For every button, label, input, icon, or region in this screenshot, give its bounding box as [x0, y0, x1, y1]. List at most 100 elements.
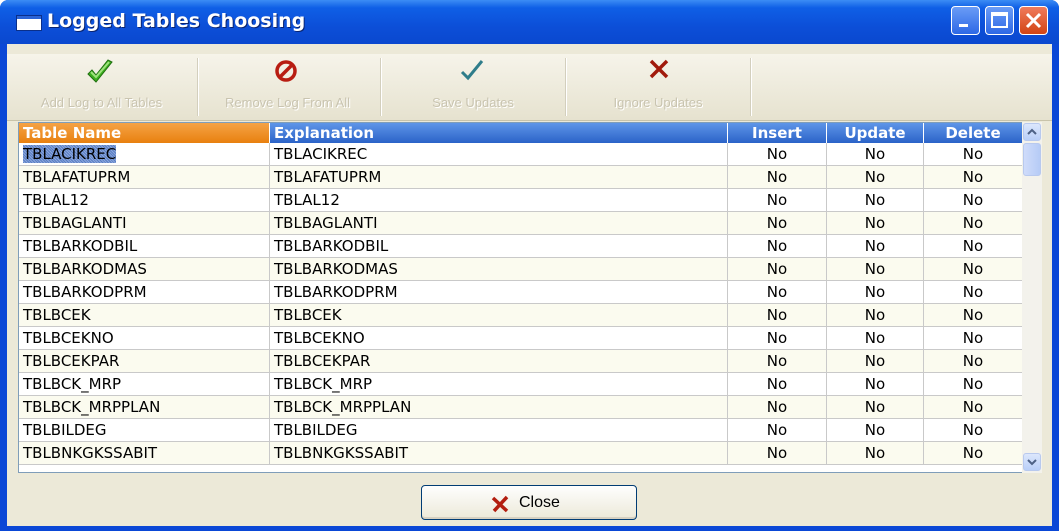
cell-delete[interactable]: No [924, 304, 1023, 327]
cell-insert[interactable]: No [728, 396, 827, 419]
remove-log-all-button[interactable]: Remove Log From All [200, 54, 375, 120]
cell-table-name[interactable]: TBLBCEKPAR [19, 350, 270, 373]
cell-explanation[interactable]: TBLBARKODMAS [270, 258, 728, 281]
title-bar[interactable]: Logged Tables Choosing [0, 0, 1059, 44]
table-row[interactable]: TBLBCEKPAR TBLBCEKPAR No No No [19, 350, 1023, 373]
cell-delete[interactable]: No [924, 189, 1023, 212]
cell-update[interactable]: No [827, 235, 924, 258]
tables-grid[interactable]: Table Name Explanation Insert Update Del… [18, 122, 1024, 473]
cell-insert[interactable]: No [728, 258, 827, 281]
cell-table-name[interactable]: TBLBNKGKSSABIT [19, 442, 270, 465]
table-row[interactable]: TBLBNKGKSSABIT TBLBNKGKSSABIT No No No [19, 442, 1023, 465]
close-button[interactable]: Close [421, 485, 637, 520]
table-row[interactable]: TBLBARKODPRM TBLBARKODPRM No No No [19, 281, 1023, 304]
cell-explanation[interactable]: TBLBNKGKSSABIT [270, 442, 728, 465]
cell-explanation[interactable]: TBLAL12 [270, 189, 728, 212]
scroll-down-button[interactable] [1023, 453, 1041, 471]
cell-insert[interactable]: No [728, 350, 827, 373]
cell-update[interactable]: No [827, 327, 924, 350]
cell-update[interactable]: No [827, 143, 924, 166]
table-row[interactable]: TBLAFATUPRM TBLAFATUPRM No No No [19, 166, 1023, 189]
cell-explanation[interactable]: TBLAFATUPRM [270, 166, 728, 189]
cell-update[interactable]: No [827, 373, 924, 396]
cell-insert[interactable]: No [728, 143, 827, 166]
cell-insert[interactable]: No [728, 212, 827, 235]
cell-update[interactable]: No [827, 442, 924, 465]
cell-delete[interactable]: No [924, 143, 1023, 166]
cell-table-name[interactable]: TBLAFATUPRM [19, 166, 270, 189]
table-row[interactable]: TBLAL12 TBLAL12 No No No [19, 189, 1023, 212]
cell-explanation[interactable]: TBLBCK_MRP [270, 373, 728, 396]
scroll-thumb[interactable] [1023, 143, 1041, 176]
column-header-insert[interactable]: Insert [728, 123, 827, 143]
column-header-table-name[interactable]: Table Name [19, 123, 270, 143]
cell-insert[interactable]: No [728, 235, 827, 258]
cell-update[interactable]: No [827, 281, 924, 304]
table-row[interactable]: TBLACIKREC TBLACIKREC No No No [19, 143, 1023, 166]
save-updates-button[interactable]: Save Updates [383, 54, 563, 120]
cell-explanation[interactable]: TBLBCK_MRPPLAN [270, 396, 728, 419]
cell-delete[interactable]: No [924, 327, 1023, 350]
cell-explanation[interactable]: TBLBCEKPAR [270, 350, 728, 373]
cell-table-name[interactable]: TBLBARKODPRM [19, 281, 270, 304]
cell-delete[interactable]: No [924, 419, 1023, 442]
cell-insert[interactable]: No [728, 189, 827, 212]
cell-explanation[interactable]: TBLBILDEG [270, 419, 728, 442]
cell-insert[interactable]: No [728, 327, 827, 350]
cell-table-name[interactable]: TBLBARKODMAS [19, 258, 270, 281]
cell-table-name[interactable]: TBLBCK_MRPPLAN [19, 396, 270, 419]
cell-table-name[interactable]: TBLAL12 [19, 189, 270, 212]
ignore-updates-button[interactable]: Ignore Updates [568, 54, 748, 120]
cell-delete[interactable]: No [924, 166, 1023, 189]
cell-table-name[interactable]: TBLBILDEG [19, 419, 270, 442]
table-row[interactable]: TBLBAGLANTI TBLBAGLANTI No No No [19, 212, 1023, 235]
column-header-explanation[interactable]: Explanation [270, 123, 728, 143]
table-row[interactable]: TBLBCEKNO TBLBCEKNO No No No [19, 327, 1023, 350]
cell-insert[interactable]: No [728, 304, 827, 327]
cell-delete[interactable]: No [924, 373, 1023, 396]
close-window-button[interactable] [1019, 6, 1048, 35]
cell-delete[interactable]: No [924, 442, 1023, 465]
maximize-button[interactable] [985, 6, 1014, 35]
cell-table-name[interactable]: TBLBCEKNO [19, 327, 270, 350]
cell-update[interactable]: No [827, 166, 924, 189]
cell-insert[interactable]: No [728, 442, 827, 465]
cell-explanation[interactable]: TBLBCEKNO [270, 327, 728, 350]
cell-insert[interactable]: No [728, 373, 827, 396]
column-header-update[interactable]: Update [827, 123, 924, 143]
cell-insert[interactable]: No [728, 281, 827, 304]
table-row[interactable]: TBLBCK_MRPPLAN TBLBCK_MRPPLAN No No No [19, 396, 1023, 419]
cell-explanation[interactable]: TBLBARKODBIL [270, 235, 728, 258]
cell-table-name[interactable]: TBLACIKREC [19, 143, 270, 166]
cell-delete[interactable]: No [924, 212, 1023, 235]
cell-table-name[interactable]: TBLBAGLANTI [19, 212, 270, 235]
cell-delete[interactable]: No [924, 281, 1023, 304]
cell-update[interactable]: No [827, 419, 924, 442]
cell-explanation[interactable]: TBLBARKODPRM [270, 281, 728, 304]
cell-table-name[interactable]: TBLBCEK [19, 304, 270, 327]
column-header-delete[interactable]: Delete [924, 123, 1023, 143]
cell-delete[interactable]: No [924, 258, 1023, 281]
cell-update[interactable]: No [827, 212, 924, 235]
cell-insert[interactable]: No [728, 419, 827, 442]
table-row[interactable]: TBLBCEK TBLBCEK No No No [19, 304, 1023, 327]
cell-delete[interactable]: No [924, 350, 1023, 373]
vertical-scrollbar[interactable] [1022, 122, 1042, 473]
cell-update[interactable]: No [827, 396, 924, 419]
cell-delete[interactable]: No [924, 396, 1023, 419]
cell-update[interactable]: No [827, 304, 924, 327]
table-row[interactable]: TBLBILDEG TBLBILDEG No No No [19, 419, 1023, 442]
minimize-button[interactable] [951, 6, 980, 35]
table-row[interactable]: TBLBCK_MRP TBLBCK_MRP No No No [19, 373, 1023, 396]
cell-explanation[interactable]: TBLBCEK [270, 304, 728, 327]
cell-insert[interactable]: No [728, 166, 827, 189]
cell-table-name[interactable]: TBLBCK_MRP [19, 373, 270, 396]
cell-delete[interactable]: No [924, 235, 1023, 258]
table-row[interactable]: TBLBARKODMAS TBLBARKODMAS No No No [19, 258, 1023, 281]
cell-update[interactable]: No [827, 189, 924, 212]
scroll-up-button[interactable] [1023, 123, 1041, 141]
table-row[interactable]: TBLBARKODBIL TBLBARKODBIL No No No [19, 235, 1023, 258]
add-log-all-button[interactable]: Add Log to All Tables [7, 54, 196, 120]
cell-explanation[interactable]: TBLACIKREC [270, 143, 728, 166]
cell-update[interactable]: No [827, 258, 924, 281]
